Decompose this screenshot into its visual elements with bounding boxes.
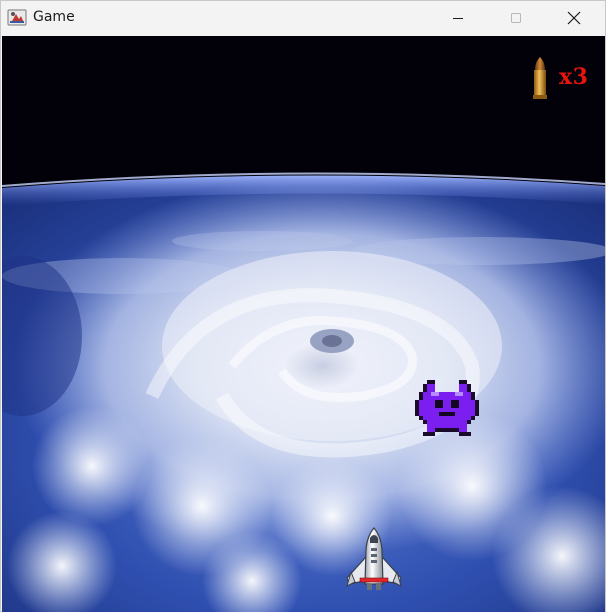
game-window: Game x3 [0, 0, 606, 612]
game-canvas[interactable]: x3 [2, 36, 605, 612]
alien-enemy-sprite [415, 380, 479, 436]
java-app-icon [7, 9, 27, 26]
minimize-icon [453, 18, 463, 19]
earth-background-image [2, 36, 605, 612]
title-bar[interactable]: Game [1, 1, 605, 35]
player-spaceship-sprite [346, 527, 402, 590]
maximize-button[interactable] [487, 1, 545, 35]
close-icon [567, 11, 581, 25]
window-title: Game [33, 9, 75, 25]
ammo-count: x3 [559, 64, 589, 90]
minimize-button[interactable] [429, 1, 487, 35]
maximize-icon [511, 13, 521, 23]
close-button[interactable] [545, 1, 603, 35]
bullet-icon [533, 57, 547, 99]
